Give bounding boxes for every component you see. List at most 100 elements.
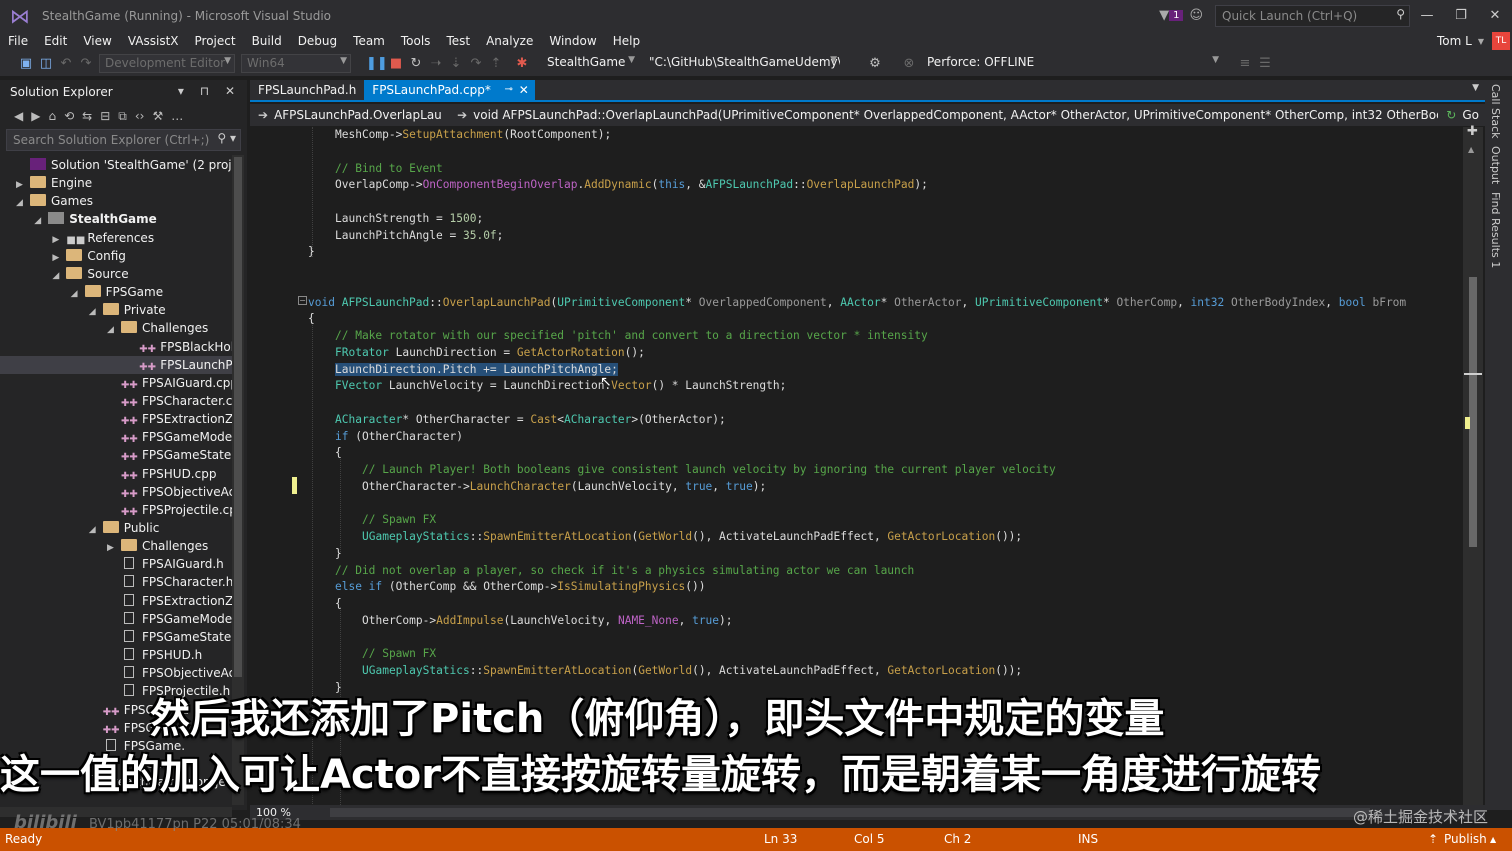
menu-vassistx[interactable]: VAssistX: [120, 34, 187, 48]
tree-item[interactable]: FPSGameMode.l: [107, 610, 232, 628]
tree-item[interactable]: FPSGameState.h: [107, 628, 232, 646]
tree-item[interactable]: ▶ Config: [52, 247, 126, 265]
code-view-icon[interactable]: ‹›: [135, 109, 145, 123]
scrollbar-thumb[interactable]: [1469, 277, 1477, 547]
save-icon[interactable]: ▣: [16, 56, 36, 71]
tree-item[interactable]: FPSHUD.h: [107, 646, 202, 664]
tree-item[interactable]: ◢ Private: [89, 301, 166, 319]
editor-hscrollbar[interactable]: [330, 808, 1370, 817]
platform-select[interactable]: Win64 ▼: [241, 54, 351, 73]
tree-item[interactable]: ✚✚ FPSLaunchPa: [0, 355, 232, 374]
tab-dropdown-icon[interactable]: ▼: [1472, 83, 1479, 93]
tree-item[interactable]: ✚✚ FPSBlackHol: [125, 338, 232, 356]
show-all-files-icon[interactable]: ⧉: [118, 109, 127, 124]
tree-item[interactable]: ▶ Challenges: [107, 537, 208, 555]
menu-help[interactable]: Help: [605, 34, 648, 48]
menu-debug[interactable]: Debug: [290, 34, 345, 48]
class-dropdown[interactable]: AFPSLaunchPad.OverlapLau: [274, 108, 449, 122]
step-over-icon[interactable]: ↷: [466, 56, 486, 71]
startup-project-select[interactable]: StealthGame ▼: [542, 54, 638, 73]
feedback-icon[interactable]: ☺: [1189, 8, 1203, 23]
tree-item[interactable]: ✚✚ FPSAIGuard.cpp: [107, 374, 232, 392]
tree-item[interactable]: FPSExtractionZo: [107, 592, 232, 610]
tree-item[interactable]: ✚✚ FPSHUD.cpp: [107, 465, 216, 483]
editor-vscrollbar[interactable]: ✚ ▲: [1463, 124, 1483, 805]
menu-project[interactable]: Project: [187, 34, 244, 48]
tree-item[interactable]: ✚✚ FPSObjectiveAct: [107, 483, 232, 501]
avatar[interactable]: TL: [1492, 32, 1510, 50]
settings-gear-icon[interactable]: ⚙: [865, 56, 885, 71]
collapse-icon[interactable]: ◢: [52, 267, 66, 285]
tree-item[interactable]: ▶ ■■ References: [52, 229, 154, 247]
source-control-icon[interactable]: ⊗: [899, 56, 919, 71]
minimize-button[interactable]: —: [1410, 8, 1444, 23]
output-tab[interactable]: Output: [1489, 146, 1502, 184]
collapse-icon[interactable]: ◢: [16, 194, 30, 212]
breakpoints-icon[interactable]: ✱: [512, 56, 532, 71]
tree-item[interactable]: ✚✚ FPSProjectile.cp: [107, 501, 232, 519]
back-icon[interactable]: ◀: [14, 109, 23, 123]
collapse-icon[interactable]: ◢: [89, 521, 103, 539]
tab-fpslaunchpad-cpp[interactable]: FPSLaunchPad.cpp* ⊸ ✕: [364, 80, 535, 100]
tree-item[interactable]: ✚✚ FPSGameState.c: [107, 446, 232, 464]
tree-item[interactable]: ◢ Public: [89, 519, 159, 539]
notification-badge[interactable]: 1: [1169, 10, 1184, 21]
pause-icon[interactable]: ❚❚: [366, 56, 388, 71]
tree-item[interactable]: ◢ Challenges: [107, 319, 208, 337]
collapse-icon[interactable]: −: [298, 296, 307, 305]
tree-item[interactable]: FPSObjectiveAct: [107, 664, 232, 682]
restart-icon[interactable]: ↻: [406, 56, 426, 71]
tree-item[interactable]: FPSCharacter.h: [107, 573, 232, 591]
tab-fpslaunchpad-h[interactable]: FPSLaunchPad.h: [250, 80, 364, 100]
tree-item[interactable]: ◢ Source: [52, 265, 129, 285]
menu-view[interactable]: View: [75, 34, 119, 48]
tree-item[interactable]: Solution 'StealthGame' (2 projects): [16, 156, 232, 174]
sync-icon[interactable]: ⇆: [82, 109, 92, 123]
collapse-icon[interactable]: ◢: [89, 303, 103, 321]
filter-icon[interactable]: ▼: [1159, 8, 1169, 23]
user-account[interactable]: Tom L ▼ TL: [1437, 31, 1512, 51]
undo-icon[interactable]: ↶: [56, 56, 76, 71]
tree-item[interactable]: ✚✚ FPSGameMode.c: [107, 428, 232, 446]
source-control-select[interactable]: Perforce: OFFLINE ▼: [922, 54, 1222, 73]
tree-item[interactable]: ✚✚ FPSExtractionZo: [107, 410, 232, 428]
step-out-icon[interactable]: ⇡: [486, 56, 506, 71]
collapse-all-icon[interactable]: ⊟: [100, 109, 110, 123]
tree-item[interactable]: ✚✚ FPSCharacter.cp: [107, 392, 232, 410]
save-all-icon[interactable]: ◫: [36, 56, 56, 71]
menu-test[interactable]: Test: [438, 34, 478, 48]
scroll-up-icon[interactable]: ▲: [1468, 145, 1474, 154]
split-icon[interactable]: ✚: [1467, 124, 1478, 139]
more-icon[interactable]: …: [171, 109, 183, 123]
menu-edit[interactable]: Edit: [36, 34, 75, 48]
tree-item[interactable]: ▶ Engine: [16, 174, 92, 192]
comment-icon[interactable]: ☰: [1255, 56, 1275, 71]
quick-launch-input[interactable]: Quick Launch (Ctrl+Q) ⚲: [1215, 4, 1410, 27]
solution-search-input[interactable]: Search Solution Explorer (Ctrl+;) ⚲ ▾: [6, 129, 241, 151]
pin-icon[interactable]: ⊸: [504, 80, 512, 100]
collapse-icon[interactable]: ◢: [71, 285, 85, 303]
command-path-select[interactable]: "C:\GitHub\StealthGameUdemy\St ▼: [644, 54, 840, 73]
collapse-icon[interactable]: ◢: [107, 321, 121, 339]
forward-icon[interactable]: ▶: [31, 109, 40, 123]
properties-icon[interactable]: ⚒: [152, 109, 163, 123]
stop-icon[interactable]: ■: [386, 56, 406, 71]
panel-controls[interactable]: ▾ ⊓ ✕: [178, 84, 241, 98]
scrollbar-thumb[interactable]: [234, 157, 242, 677]
redo-icon[interactable]: ↷: [76, 56, 96, 71]
show-next-statement-icon[interactable]: ➝: [426, 56, 446, 71]
publish-button[interactable]: Publish: [1444, 832, 1487, 846]
menu-file[interactable]: File: [0, 34, 36, 48]
tree-item[interactable]: FPSAIGuard.h: [107, 555, 224, 573]
home-icon[interactable]: ⌂: [48, 109, 56, 123]
menu-analyze[interactable]: Analyze: [478, 34, 541, 48]
menu-build[interactable]: Build: [244, 34, 290, 48]
find-results-tab[interactable]: Find Results 1: [1489, 192, 1502, 268]
user-name[interactable]: Tom L: [1437, 34, 1472, 48]
close-icon[interactable]: ✕: [519, 80, 529, 100]
step-into-icon[interactable]: ⇣: [446, 56, 466, 71]
member-dropdown[interactable]: void AFPSLaunchPad::OverlapLaunchPad(UPr…: [473, 108, 1438, 122]
configuration-select[interactable]: Development Editor ▼: [99, 54, 235, 73]
menu-team[interactable]: Team: [345, 34, 393, 48]
menu-tools[interactable]: Tools: [393, 34, 439, 48]
